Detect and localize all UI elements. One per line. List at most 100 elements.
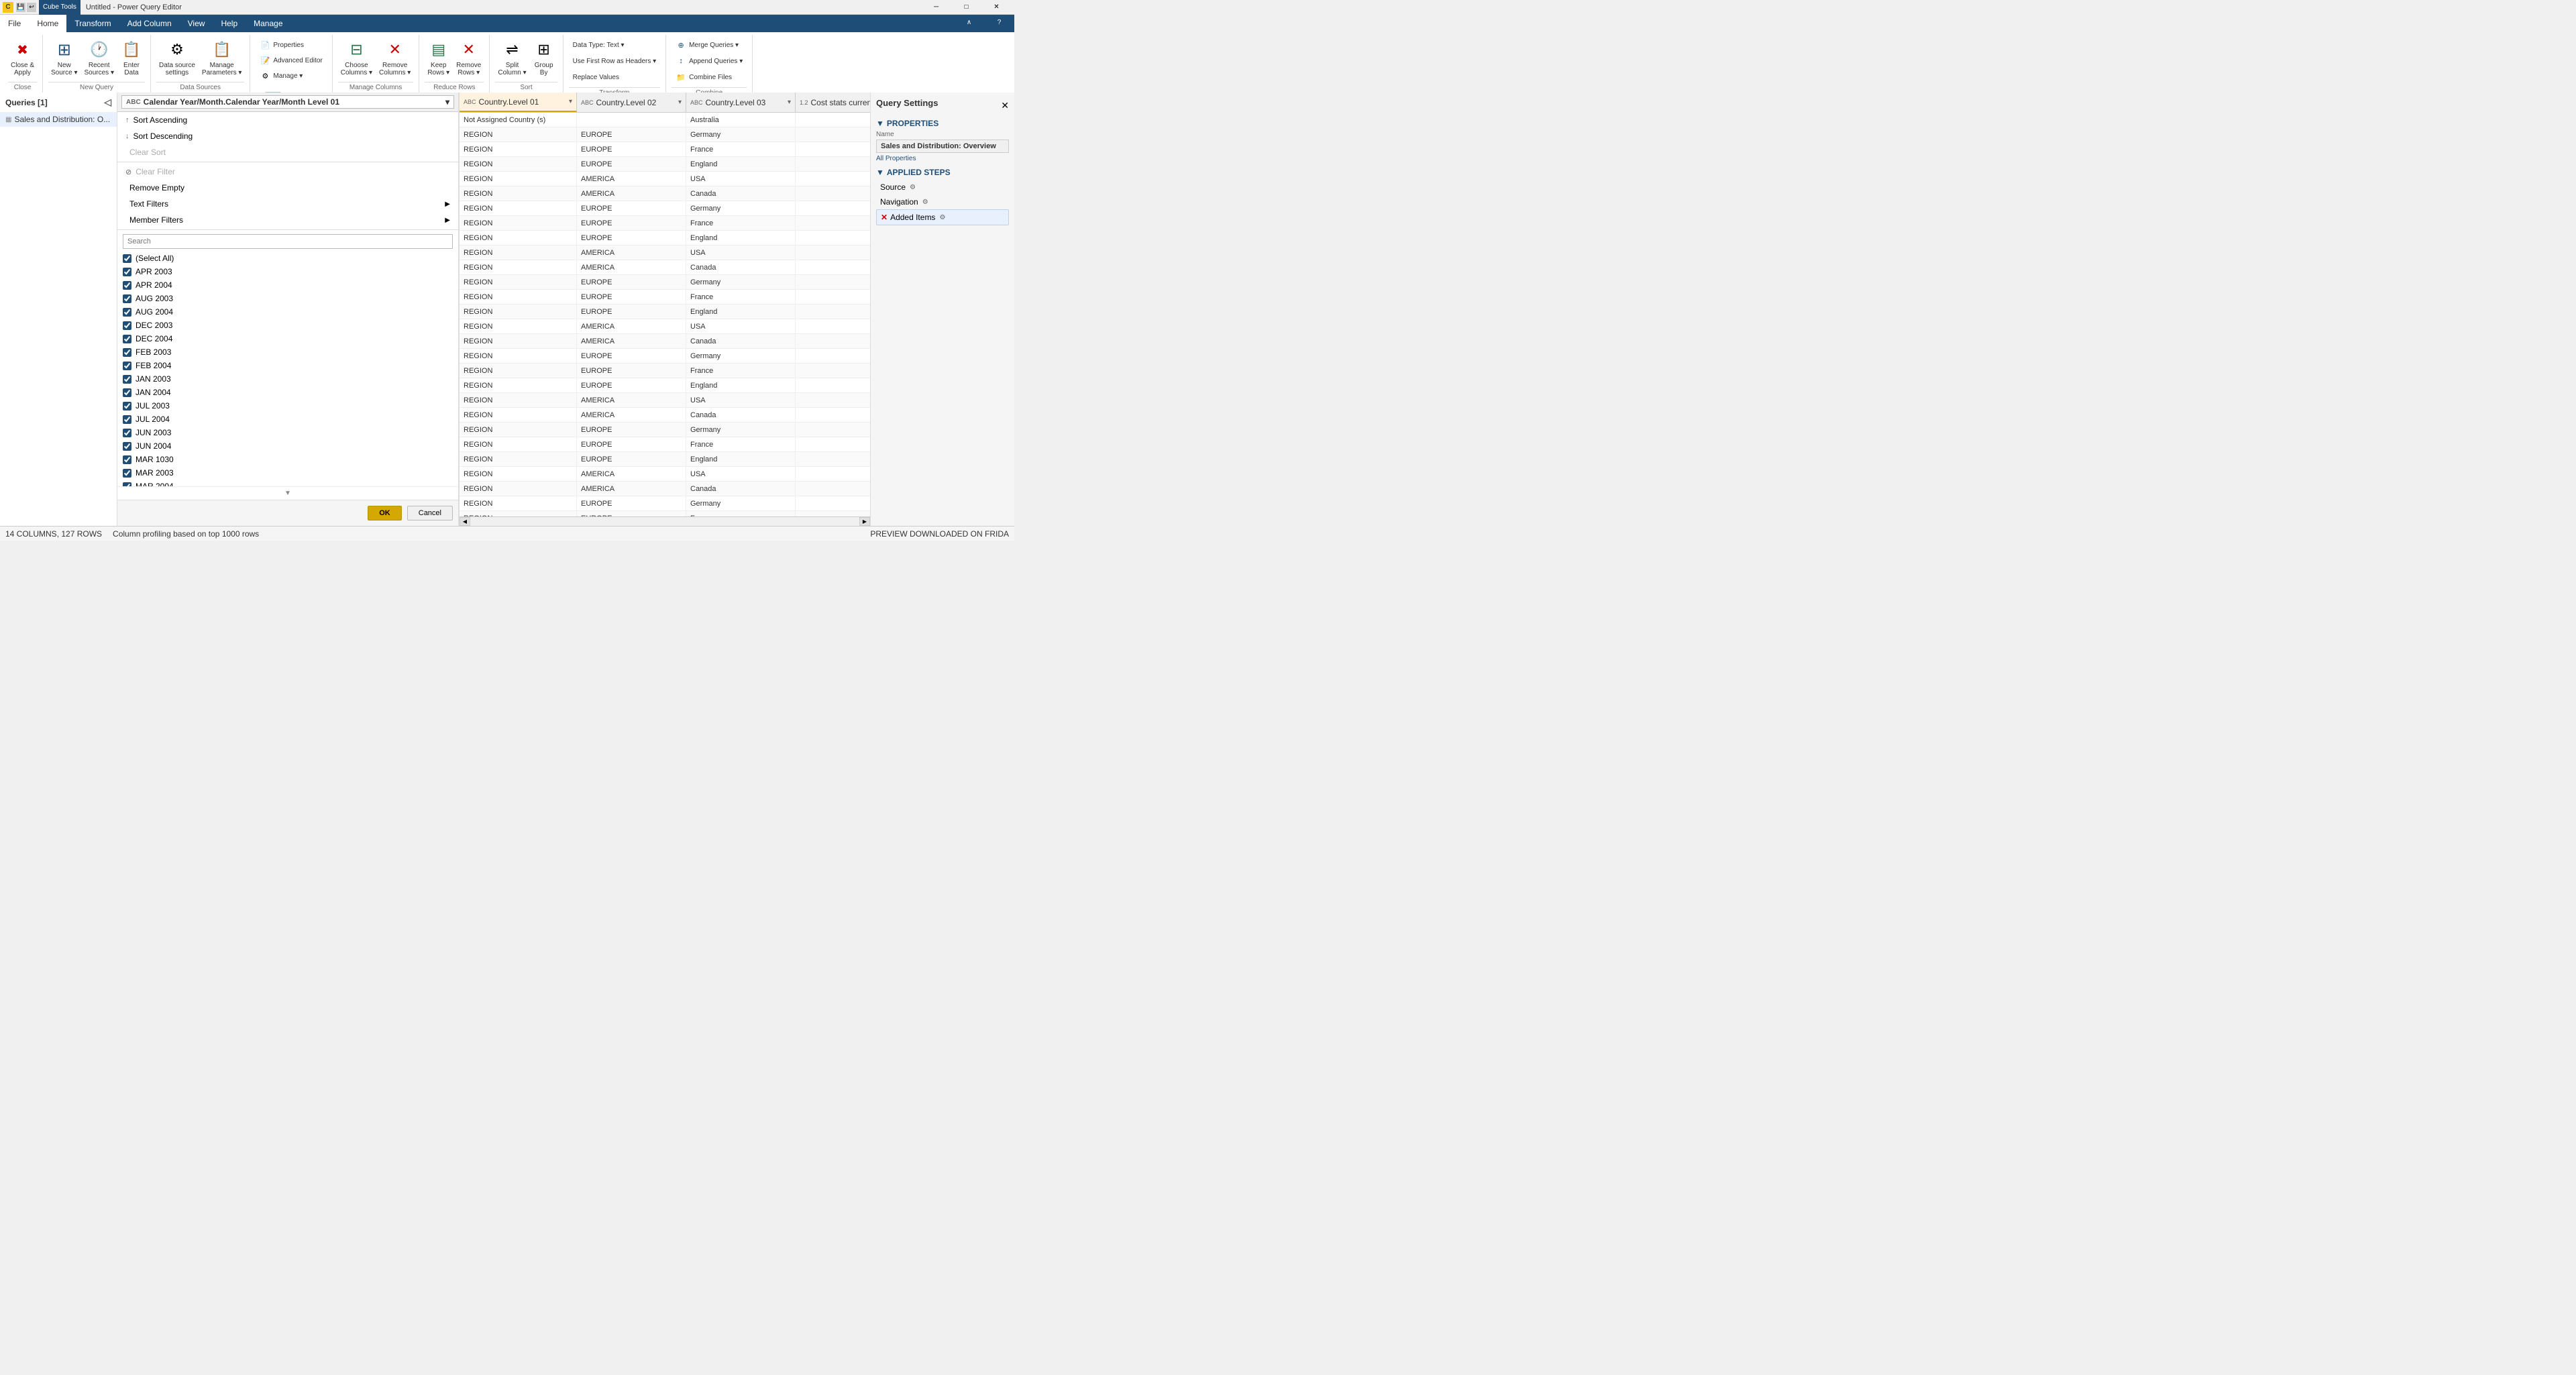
filter-item-select-all[interactable]: (Select All) [123,252,453,265]
checkbox-jul-2003[interactable] [123,402,131,410]
checkbox-jan-2004[interactable] [123,388,131,397]
step-added-items-settings-icon[interactable]: ⚙ [939,214,945,221]
cancel-button[interactable]: Cancel [407,506,453,520]
tab-add-column[interactable]: Add Column [119,15,180,32]
sidebar-collapse-button[interactable]: ◁ [104,97,111,108]
step-added-items[interactable]: ✕ Added Items ✕ ⚙ [876,209,1009,225]
scroll-track[interactable] [470,517,859,526]
member-filters-item[interactable]: Member Filters ▶ [117,212,458,228]
append-queries-button[interactable]: ↕ Append Queries ▾ [672,54,747,68]
filter-item-mar-2003[interactable]: MAR 2003 [123,466,453,480]
filter-item-dec-2004[interactable]: DEC 2004 [123,332,453,345]
remove-empty-item[interactable]: Remove Empty [117,180,458,196]
filter-item-feb-2003[interactable]: FEB 2003 [123,345,453,359]
checkbox-dec-2003[interactable] [123,321,131,330]
combine-files-button[interactable]: 📁 Combine Files [672,70,736,85]
remove-rows-button[interactable]: ✕ RemoveRows ▾ [453,38,484,78]
step-source[interactable]: Source ⚙ [876,180,1009,195]
replace-values-button[interactable]: Replace Values [569,70,623,85]
merge-queries-button[interactable]: ⊕ Merge Queries ▾ [672,38,743,52]
filter-item-jun-2004[interactable]: JUN 2004 [123,439,453,453]
horizontal-scrollbar[interactable]: ◀ ▶ [460,516,870,526]
step-source-settings-icon[interactable]: ⚙ [910,184,916,191]
search-input[interactable] [123,234,453,249]
window-close-button[interactable]: ✕ [981,0,1012,15]
all-properties-link[interactable]: All Properties [876,155,916,162]
filter-item-apr-2003[interactable]: APR 2003 [123,265,453,278]
data-source-settings-button[interactable]: ⚙ Data sourcesettings [156,38,198,78]
query-name-field[interactable]: Sales and Distribution: Overview [876,140,1009,153]
filter-item-jul-2003[interactable]: JUL 2003 [123,399,453,412]
close-apply-button[interactable]: ✖ Close &Apply [8,38,37,78]
col-header-1[interactable]: ABC Country.Level 01 ▾ [460,93,577,112]
recent-sources-button[interactable]: 🕐 RecentSources ▾ [82,38,117,78]
quick-access-save[interactable]: 💾 [16,3,25,12]
tab-view[interactable]: View [180,15,213,32]
scroll-left-button[interactable]: ◀ [460,517,470,526]
col3-dropdown-arrow[interactable]: ▾ [788,99,791,106]
filter-item-jun-2003[interactable]: JUN 2003 [123,426,453,439]
text-filters-item[interactable]: Text Filters ▶ [117,196,458,212]
checkbox-jan-2003[interactable] [123,375,131,384]
maximize-button[interactable]: □ [951,0,981,15]
scroll-right-button[interactable]: ▶ [859,517,870,526]
checkbox-mar-2003[interactable] [123,469,131,478]
col1-dropdown-arrow[interactable]: ▾ [569,98,572,105]
checkbox-select-all[interactable] [123,254,131,263]
step-navigation-settings-icon[interactable]: ⚙ [922,199,928,206]
col-header-3[interactable]: ABC Country.Level 03 ▾ [686,93,796,112]
filter-item-aug-2003[interactable]: AUG 2003 [123,292,453,305]
data-type-button[interactable]: Data Type: Text ▾ [569,38,629,52]
tab-home[interactable]: Home [29,15,66,32]
ribbon-help[interactable]: ? [984,15,1014,30]
step-navigation[interactable]: Navigation ⚙ [876,195,1009,209]
tab-manage[interactable]: Manage [246,15,290,32]
checkbox-jul-2004[interactable] [123,415,131,424]
qs-applied-steps-header[interactable]: ▼ APPLIED STEPS [876,168,1009,177]
col-header-4[interactable]: 1.2 Cost stats currency ▾ [796,93,870,112]
sidebar-item-sales-dist[interactable]: ▦ Sales and Distribution: O... [0,112,117,127]
table-scroll-area[interactable]: Not Assigned Country (s) Australia 42686… [460,113,870,516]
col-header-2[interactable]: ABC Country.Level 02 ▾ [577,93,686,112]
sort-descending-item[interactable]: ↓ Sort Descending [117,128,458,144]
minimize-button[interactable]: ─ [921,0,951,15]
enter-data-button[interactable]: 📋 EnterData [118,38,145,78]
qs-properties-header[interactable]: ▼ PROPERTIES [876,119,1009,128]
use-first-row-button[interactable]: Use First Row as Headers ▾ [569,54,661,68]
remove-columns-button[interactable]: ✕ RemoveColumns ▾ [376,38,413,78]
split-column-button[interactable]: ⇌ SplitColumn ▾ [495,38,529,78]
ok-button[interactable]: OK [368,506,402,520]
ribbon-collapse[interactable]: ∧ [954,15,984,30]
filter-item-feb-2004[interactable]: FEB 2004 [123,359,453,372]
checkbox-jun-2004[interactable] [123,442,131,451]
checkbox-jun-2003[interactable] [123,429,131,437]
checkbox-dec-2004[interactable] [123,335,131,343]
filter-item-aug-2004[interactable]: AUG 2004 [123,305,453,319]
keep-rows-button[interactable]: ▤ KeepRows ▾ [425,38,452,78]
col2-dropdown-arrow[interactable]: ▾ [678,99,682,106]
tab-help[interactable]: Help [213,15,246,32]
filter-item-mar-1030[interactable]: MAR 1030 [123,453,453,466]
advanced-editor-button[interactable]: 📝 Advanced Editor [256,53,326,68]
checkbox-mar-1030[interactable] [123,455,131,464]
group-by-button[interactable]: ⊞ GroupBy [531,38,557,78]
checkbox-aug-2003[interactable] [123,294,131,303]
filter-item-dec-2003[interactable]: DEC 2003 [123,319,453,332]
checkbox-feb-2003[interactable] [123,348,131,357]
checkbox-feb-2004[interactable] [123,362,131,370]
filter-item-jan-2003[interactable]: JAN 2003 [123,372,453,386]
choose-columns-button[interactable]: ⊟ ChooseColumns ▾ [338,38,375,78]
qs-close-button[interactable]: ✕ [1001,100,1009,111]
properties-button[interactable]: 📄 Properties [256,38,308,52]
new-source-button[interactable]: ⊞ NewSource ▾ [48,38,80,78]
filter-active-column[interactable]: ABC Calendar Year/Month.Calendar Year/Mo… [121,95,454,109]
checkbox-apr-2003[interactable] [123,268,131,276]
filter-item-apr-2004[interactable]: APR 2004 [123,278,453,292]
tab-transform[interactable]: Transform [66,15,119,32]
sort-ascending-item[interactable]: ↑ Sort Ascending [117,112,458,128]
checkbox-aug-2004[interactable] [123,308,131,317]
quick-access-undo[interactable]: ↩ [27,3,36,12]
checkbox-apr-2004[interactable] [123,281,131,290]
filter-item-jan-2004[interactable]: JAN 2004 [123,386,453,399]
manage-button[interactable]: ⚙ Manage ▾ [256,68,307,83]
